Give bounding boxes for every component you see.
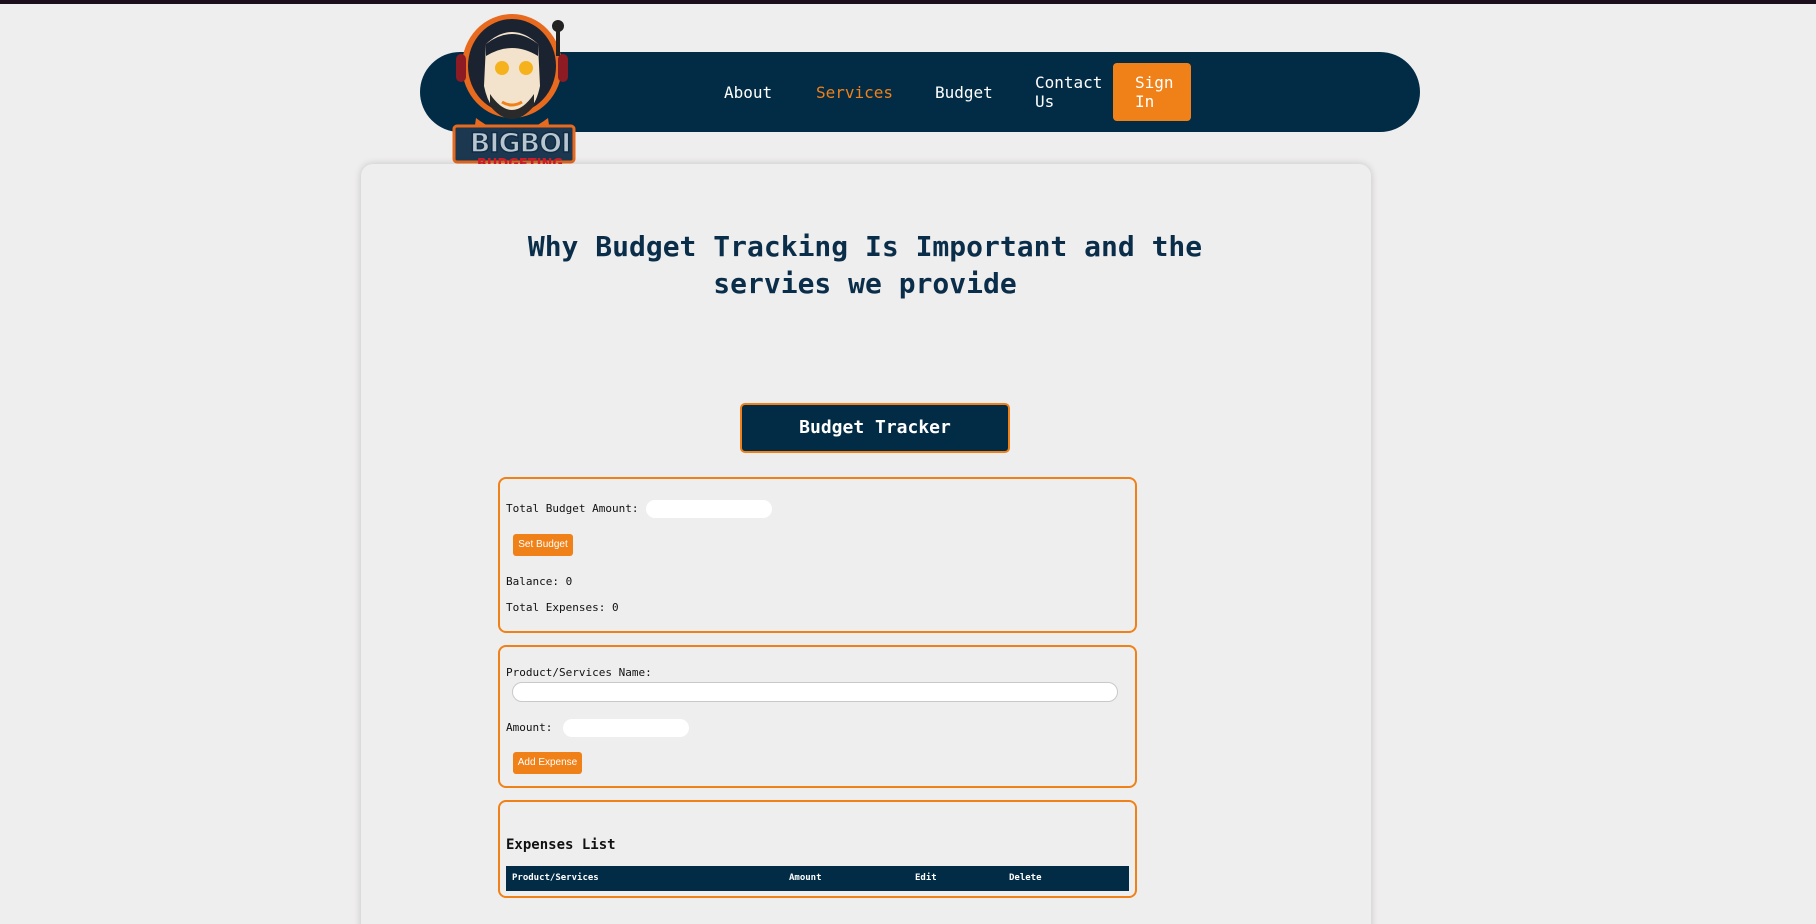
nav-contact-link[interactable]: Contact Us	[1035, 52, 1105, 132]
total-expenses-text: Total Expenses: 0	[506, 601, 619, 614]
nav-about-link[interactable]: About	[724, 52, 772, 132]
expenses-list-title: Expenses List	[506, 837, 616, 853]
sign-in-line1: Sign	[1135, 73, 1174, 92]
expenses-table-header: Product/Services Amount Edit Delete	[506, 866, 1129, 891]
column-delete: Delete	[1009, 873, 1042, 883]
sign-in-line2: In	[1135, 92, 1155, 111]
nav-contact-line1: Contact	[1035, 73, 1103, 92]
balance-text: Balance: 0	[506, 575, 573, 588]
amount-input[interactable]	[563, 719, 689, 737]
budget-tracker-title: Budget Tracker	[740, 403, 1010, 453]
page-title: Why Budget Tracking Is Important and the…	[480, 228, 1250, 302]
amount-label: Amount:	[506, 721, 553, 734]
nav-services-link[interactable]: Services	[816, 52, 893, 132]
add-expense-button[interactable]: Add Expense	[513, 752, 582, 774]
nav-contact-line2: Us	[1035, 92, 1055, 111]
logo-word-bigboi: BIGBOI	[469, 128, 572, 159]
product-name-input[interactable]	[512, 682, 1118, 702]
page-title-line1: Why Budget Tracking Is Important and the	[527, 230, 1203, 263]
nav-budget-link[interactable]: Budget	[935, 52, 993, 132]
page-title-line2: servies we provide	[713, 267, 1017, 300]
total-budget-input[interactable]	[646, 500, 772, 518]
total-budget-label: Total Budget Amount:	[506, 502, 639, 515]
column-edit: Edit	[915, 873, 937, 883]
column-amount: Amount	[789, 873, 822, 883]
product-name-label: Product/Services Name:	[506, 666, 652, 679]
set-budget-button[interactable]: Set Budget	[513, 534, 573, 556]
sign-in-button[interactable]: Sign In	[1113, 63, 1191, 121]
top-border	[0, 0, 1816, 4]
column-product-services: Product/Services	[512, 873, 599, 883]
